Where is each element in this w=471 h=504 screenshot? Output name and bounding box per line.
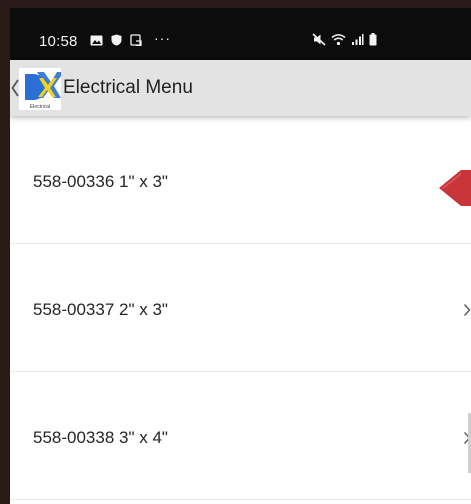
list-item-label: 558-00338 3" x 4"	[33, 428, 168, 447]
list-item-label: 558-00336 1" x 3"	[33, 172, 168, 191]
list-item-label: 558-00337 2" x 3"	[33, 300, 168, 319]
mute-icon	[312, 33, 326, 46]
app-logo[interactable]: Electrical	[19, 68, 61, 110]
logo-wordmark: Electrical	[30, 104, 50, 110]
page-title: Electrical Menu	[63, 77, 193, 98]
status-left-icons: ···	[90, 30, 171, 46]
status-bar: 10:58 ···	[10, 8, 471, 60]
status-time: 10:58	[39, 33, 78, 50]
back-chevron-icon[interactable]	[11, 78, 19, 98]
screenshot-icon	[130, 34, 142, 46]
app-bar: Electrical Electrical Menu	[10, 60, 471, 116]
status-right-icons	[312, 33, 377, 46]
chevron-right-icon	[463, 303, 471, 317]
shield-icon	[111, 34, 122, 46]
signal-icon	[351, 33, 364, 46]
list-item-558-00336[interactable]: 558-00336 1" x 3"	[10, 116, 471, 244]
list-item-558-00338[interactable]: 558-00338 3" x 4"	[10, 372, 471, 500]
red-diamond-marker-icon	[433, 168, 471, 208]
list-item-558-00337[interactable]: 558-00337 2" x 3"	[10, 244, 471, 372]
wifi-icon	[331, 33, 346, 46]
electrical-menu-list: 558-00336 1" x 3" 558-00337 2" x 3" 558-…	[10, 116, 471, 500]
gallery-icon	[90, 35, 103, 46]
phone-screen: 10:58 ··· Electrical Electrical Menu 558…	[10, 8, 471, 504]
more-notifications-icon: ···	[154, 30, 171, 46]
battery-icon	[369, 33, 377, 46]
